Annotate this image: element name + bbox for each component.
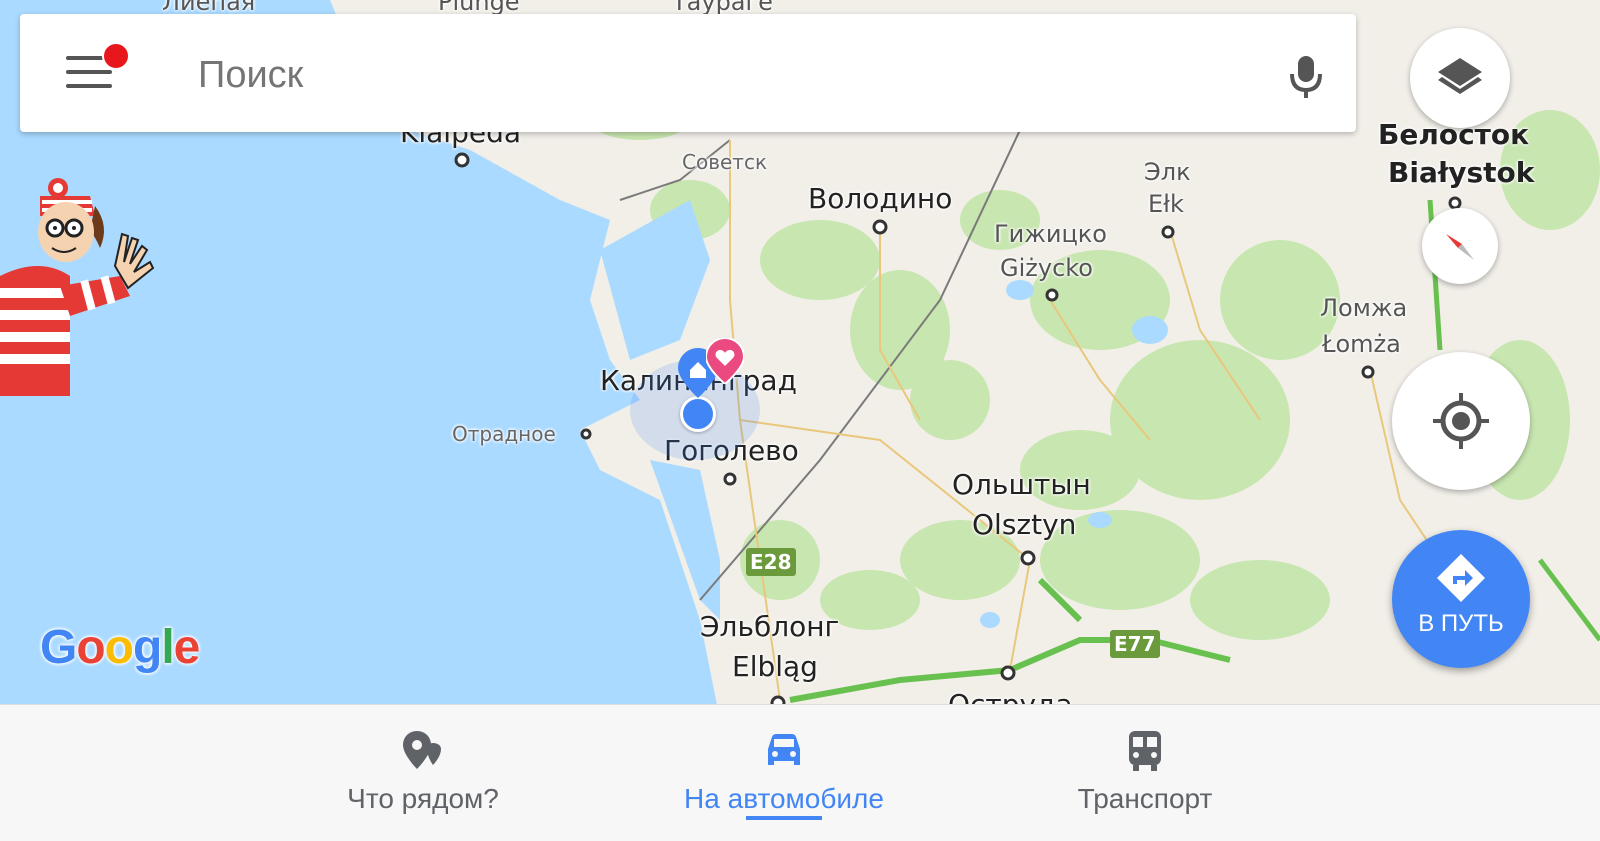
current-location-dot[interactable] bbox=[680, 396, 716, 432]
google-logo-letter: o bbox=[104, 621, 134, 674]
map-label-olsztyn-ru: Ольштын bbox=[952, 468, 1091, 501]
map-label-elblag-ru: Эльблонг bbox=[700, 610, 840, 643]
tab-explore[interactable]: Что рядом? bbox=[320, 705, 526, 825]
directions-icon bbox=[1437, 554, 1485, 602]
explore-pins-icon bbox=[403, 731, 441, 769]
microphone-icon[interactable] bbox=[1282, 52, 1330, 100]
search-bar[interactable] bbox=[20, 14, 1356, 132]
map-label-gizycko-ru: Гижицко bbox=[994, 220, 1107, 248]
go-button-label: В ПУТЬ bbox=[1418, 610, 1504, 637]
map-label-gizycko-pl: Giżycko bbox=[1000, 254, 1093, 282]
bottom-navigation: Что рядом? На автомобиле Транспорт bbox=[0, 704, 1600, 841]
google-logo-letter: o bbox=[76, 621, 105, 674]
layers-icon bbox=[1438, 58, 1482, 94]
my-location-button[interactable] bbox=[1392, 352, 1530, 490]
map-label-lomza-ru: Ломжа bbox=[1320, 294, 1408, 322]
waldo-character-icon[interactable] bbox=[0, 176, 170, 396]
active-tab-indicator bbox=[746, 816, 822, 820]
favorite-heart-pin-icon[interactable] bbox=[704, 336, 746, 386]
go-navigation-button[interactable]: В ПУТЬ bbox=[1392, 530, 1530, 668]
map-label-olsztyn-pl: Olsztyn bbox=[972, 508, 1077, 541]
transit-bus-icon bbox=[1129, 731, 1161, 771]
google-logo-letter: G bbox=[40, 621, 77, 674]
google-logo-letter: e bbox=[173, 621, 201, 674]
map-label-otradnoe: Отрадное bbox=[452, 422, 556, 446]
map-label-elk-pl: Ełk bbox=[1148, 190, 1184, 218]
map-label-elblag-pl: Elbląg bbox=[732, 650, 818, 683]
map-label-sovetsk: Советск bbox=[682, 150, 768, 174]
tab-transit-label: Транспорт bbox=[1077, 783, 1213, 814]
menu-bar bbox=[66, 84, 112, 88]
tab-driving-label: На автомобиле bbox=[684, 783, 884, 814]
map-label-lomza-pl: Łomża bbox=[1322, 330, 1401, 358]
road-shield-e28: E28 bbox=[746, 548, 796, 576]
my-location-icon bbox=[1433, 393, 1489, 449]
map-label-elk-ru: Элк bbox=[1144, 158, 1191, 186]
tab-driving[interactable]: На автомобиле bbox=[660, 705, 908, 825]
map-label-volodino: Володино bbox=[808, 182, 953, 215]
map-label-bialystok-pl: Białystok bbox=[1388, 156, 1535, 189]
road-shield-e77: E77 bbox=[1110, 630, 1160, 658]
compass-icon bbox=[1446, 234, 1474, 260]
tab-transit[interactable]: Транспорт bbox=[1060, 705, 1230, 825]
car-icon bbox=[768, 734, 800, 765]
google-logo-letter: g bbox=[133, 621, 162, 674]
google-logo-letter: l bbox=[161, 621, 174, 674]
compass-button[interactable] bbox=[1422, 208, 1498, 284]
layers-button[interactable] bbox=[1410, 28, 1510, 128]
menu-bar bbox=[66, 70, 112, 74]
search-input[interactable] bbox=[196, 44, 1240, 106]
notification-dot bbox=[102, 42, 130, 70]
google-logo: Google bbox=[40, 620, 201, 675]
tab-explore-label: Что рядом? bbox=[347, 783, 499, 814]
